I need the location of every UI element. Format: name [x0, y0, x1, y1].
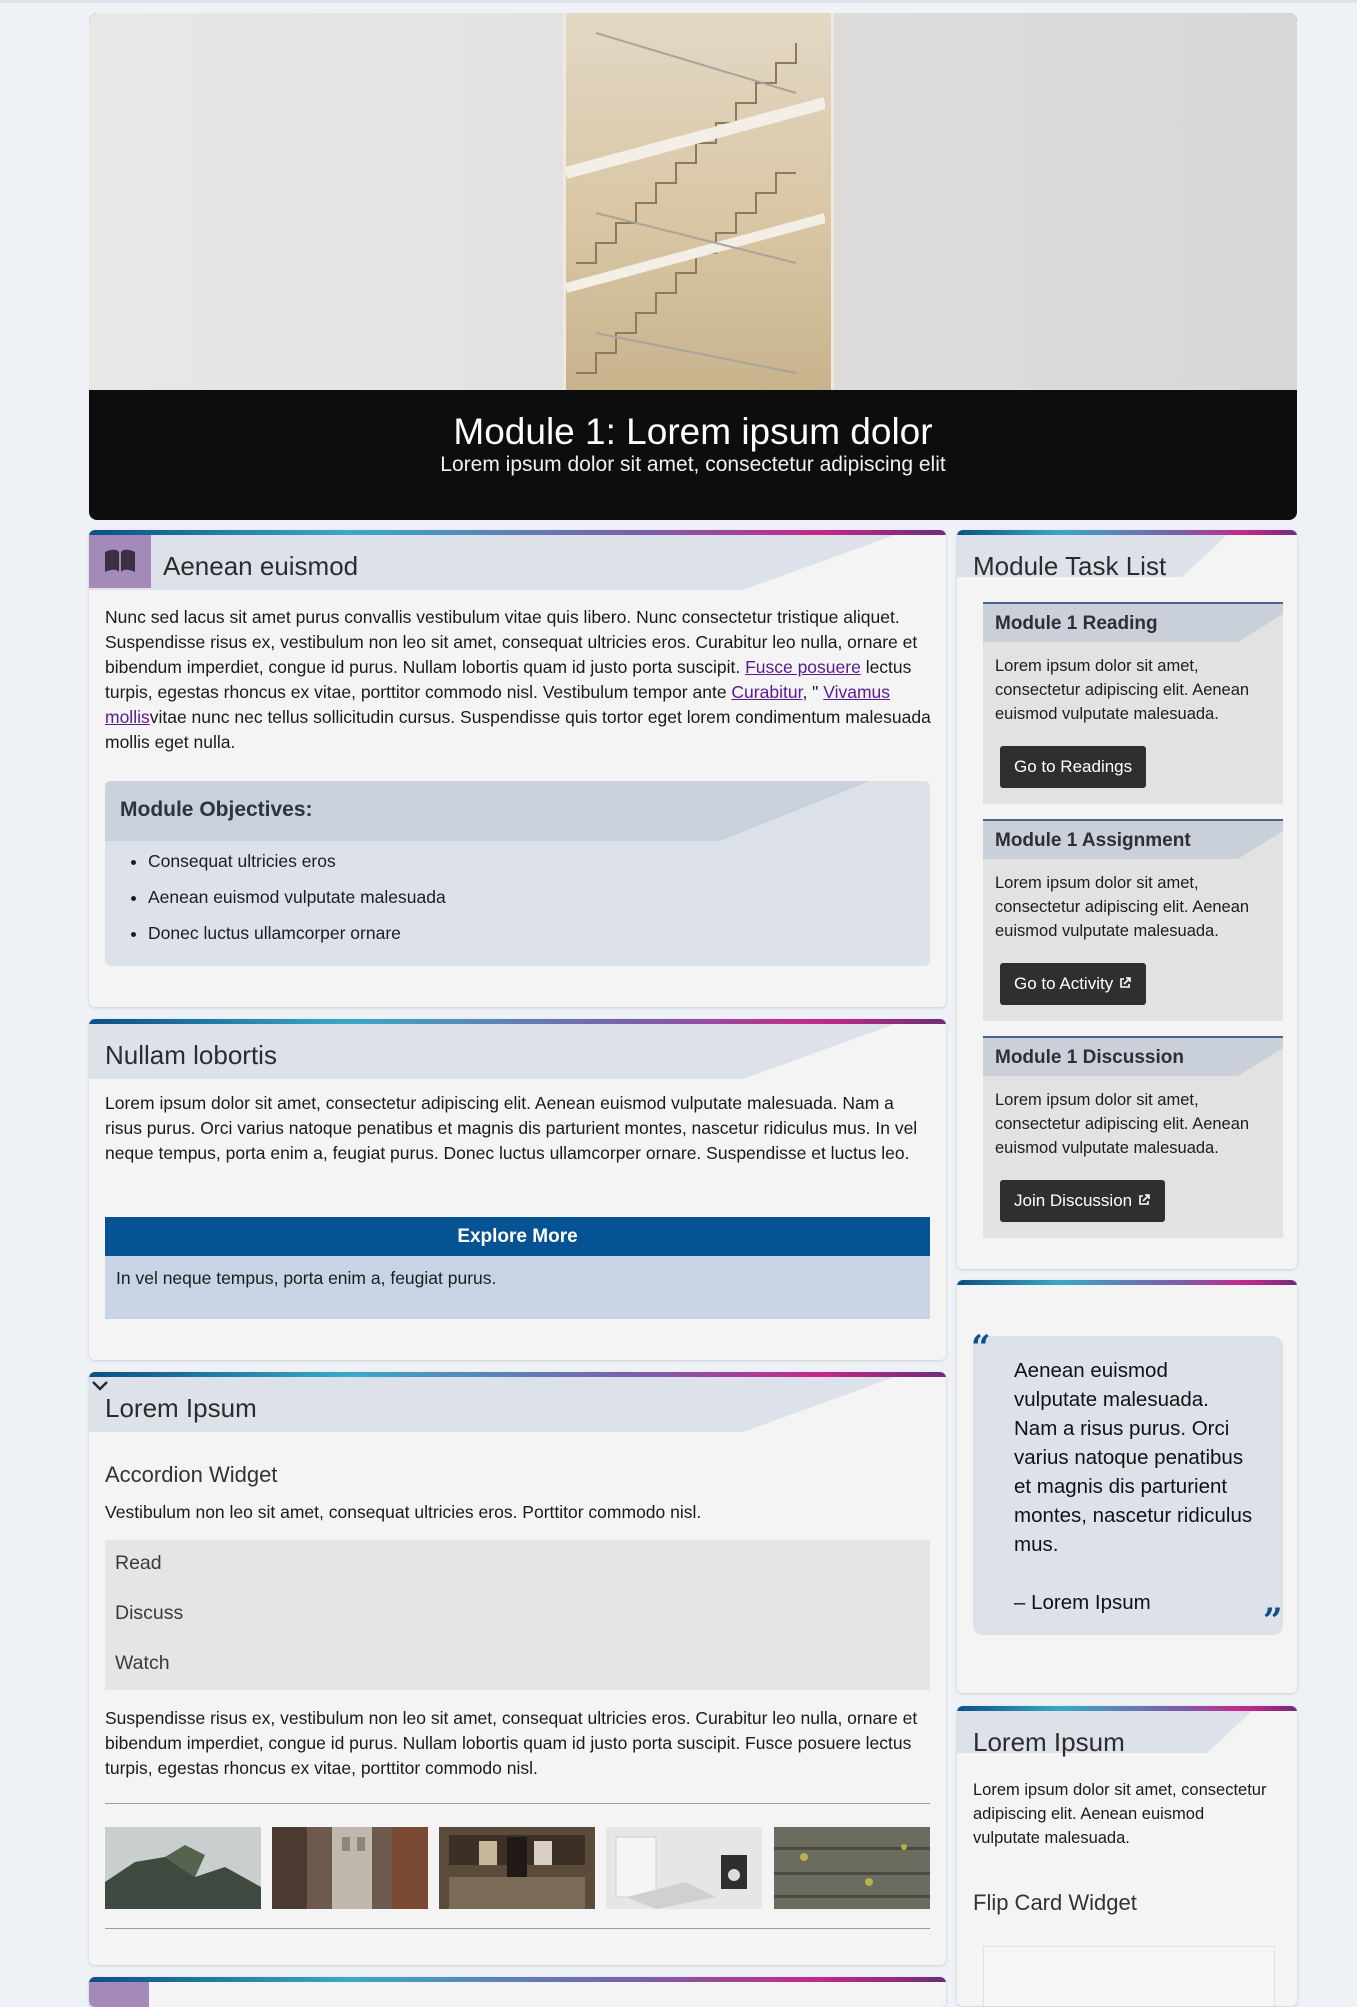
task-list-card: Module Task List Module 1 Reading Lorem … — [957, 530, 1297, 1269]
gallery-thumbnail[interactable] — [606, 1827, 762, 1909]
widget-description: Vestibulum non leo sit amet, consequat u… — [105, 1502, 702, 1522]
task-description: Lorem ipsum dolor sit amet, consectetur … — [995, 874, 1250, 940]
card-header: Lorem Ipsum — [957, 1711, 1297, 1766]
external-link-icon — [1120, 977, 1131, 988]
staircase-image — [563, 13, 834, 390]
content-card-lorem: Lorem Ipsum Accordion Widget Vestibulum … — [89, 1372, 946, 1965]
book-icon — [89, 535, 151, 588]
card-header: Module Task List — [957, 535, 1297, 590]
task-description: Lorem ipsum dolor sit amet, consectetur … — [995, 1091, 1250, 1157]
accordion-item-read[interactable]: Read — [115, 1552, 162, 1575]
join-discussion-button[interactable]: Join Discussion — [1000, 1180, 1165, 1222]
flip-card[interactable] — [983, 1946, 1275, 2006]
card-title: Lorem Ipsum — [105, 1393, 257, 1423]
body-paragraph: Lorem ipsum dolor sit amet, consectetur … — [105, 1093, 918, 1163]
widget-title: Accordion Widget — [105, 1462, 278, 1487]
accordion-item-discuss[interactable]: Discuss — [115, 1602, 183, 1625]
button-label: Go to Activity — [1014, 974, 1114, 993]
book-icon — [89, 1982, 149, 2007]
body-paragraph: Suspendisse risus ex, vestibulum non leo… — [105, 1708, 918, 1778]
button-label: Join Discussion — [1014, 1191, 1133, 1210]
side-card-lorem: Lorem Ipsum Lorem ipsum dolor sit amet, … — [957, 1706, 1297, 2006]
accordion: Read Discuss Watch — [105, 1540, 930, 1690]
task-description: Lorem ipsum dolor sit amet, consectetur … — [995, 657, 1250, 723]
card-title: Nullam lobortis — [105, 1040, 277, 1070]
task-title: Module 1 Reading — [995, 613, 1158, 634]
objectives-title: Module Objectives: — [120, 798, 313, 821]
side-paragraph: Lorem ipsum dolor sit amet, consectetur … — [973, 1781, 1267, 1847]
card-title: Lorem Ipsum — [973, 1727, 1125, 1757]
gallery-thumbnail[interactable] — [272, 1827, 428, 1909]
divider — [105, 1928, 930, 1929]
gallery-thumbnail[interactable] — [439, 1827, 595, 1909]
explore-more-header[interactable]: Explore More — [105, 1217, 930, 1256]
task-title: Module 1 Assignment — [995, 830, 1191, 851]
objective-item: Donec luctus ullamcorper ornare — [148, 915, 446, 951]
objective-item: Consequat ultricies eros — [148, 843, 446, 879]
explore-more-panel: Explore More In vel neque tempus, porta … — [105, 1217, 930, 1319]
objectives-list: Consequat ultricies eros Aenean euismod … — [120, 843, 446, 951]
page-subtitle: Lorem ipsum dolor sit amet, consectetur … — [440, 453, 946, 476]
gallery-thumbnail[interactable] — [774, 1827, 930, 1909]
divider — [105, 1803, 930, 1804]
quote-box: “ Aenean euismod vulputate malesuada. Na… — [971, 1328, 1283, 1641]
flip-card-widget-title: Flip Card Widget — [973, 1890, 1137, 1915]
explore-more-text: In vel neque tempus, porta enim a, feugi… — [116, 1268, 497, 1288]
go-to-activity-button[interactable]: Go to Activity — [1000, 963, 1146, 1005]
paragraph-text: vitae nunc nec tellus sollicitudin cursu… — [105, 707, 931, 752]
quote-text: Aenean euismod vulputate malesuada. Nam … — [1014, 1359, 1253, 1556]
intro-paragraph: Nunc sed lacus sit amet purus convallis … — [105, 605, 935, 755]
chevron-down-icon[interactable] — [91, 1380, 109, 1392]
quote-card: “ Aenean euismod vulputate malesuada. Na… — [957, 1280, 1297, 1693]
objectives-box: Module Objectives: Consequat ultricies e… — [105, 781, 930, 966]
task-assignment: Module 1 Assignment Lorem ipsum dolor si… — [983, 819, 1283, 1021]
objective-item: Aenean euismod vulputate malesuada — [148, 879, 446, 915]
paragraph-text: , " — [802, 682, 824, 702]
close-quote-icon: ” — [1263, 1601, 1283, 1641]
card-header: Nullam lobortis — [89, 1024, 946, 1079]
hero-banner: Module 1: Lorem ipsum dolor Lorem ipsum … — [89, 13, 1297, 520]
fusce-posuere-link[interactable]: Fusce posuere — [745, 657, 861, 677]
content-card-aenean: Aenean euismod Nunc sed lacus sit amet p… — [89, 530, 946, 1007]
card-title: Aenean euismod — [163, 551, 359, 581]
hero-image — [89, 13, 1297, 390]
open-quote-icon: “ — [971, 1328, 991, 1368]
task-reading: Module 1 Reading Lorem ipsum dolor sit a… — [983, 602, 1283, 804]
quote-author: – Lorem Ipsum — [1014, 1591, 1151, 1614]
external-link-icon — [1139, 1194, 1150, 1205]
card-header: Aenean euismod — [89, 535, 946, 590]
task-title: Module 1 Discussion — [995, 1047, 1184, 1068]
curabitur-link[interactable]: Curabitur — [731, 682, 802, 702]
task-discussion: Module 1 Discussion Lorem ipsum dolor si… — [983, 1036, 1283, 1238]
content-card-nullam: Nullam lobortis Lorem ipsum dolor sit am… — [89, 1019, 946, 1360]
go-to-readings-button[interactable]: Go to Readings — [1000, 746, 1147, 788]
content-card-next — [89, 1977, 946, 2007]
card-header: Lorem Ipsum — [89, 1377, 946, 1432]
gallery-thumbnail[interactable] — [105, 1827, 261, 1909]
card-title: Module Task List — [973, 551, 1167, 581]
accordion-item-watch[interactable]: Watch — [115, 1652, 170, 1675]
page-title: Module 1: Lorem ipsum dolor — [453, 411, 933, 452]
top-border — [0, 0, 1357, 3]
